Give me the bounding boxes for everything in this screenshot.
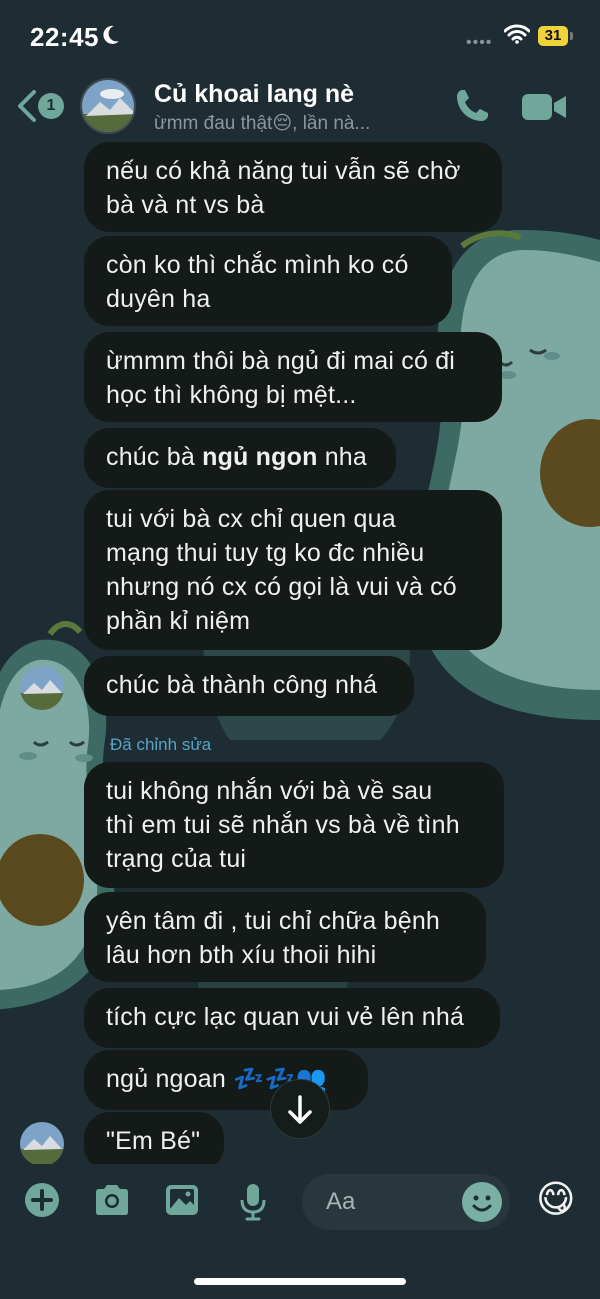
message-line: yên tâm đi , tui chỉ chữa bệnh [106,907,441,935]
plus-icon [25,1183,59,1217]
camera-icon [96,1185,128,1215]
message-line: mạng thui tuy tg ko đc nhiều [106,539,425,567]
message-line: nhưng nó cx có gọi là vui và có [106,573,457,601]
message-line: thì em tui sẽ nhắn vs bà về tình [106,811,460,839]
message-bubble[interactable]: tui không nhắn với bà về sau thì em tui … [84,762,504,888]
call-button[interactable] [452,86,492,126]
message-line: trạng của tui [106,845,247,873]
edited-label[interactable]: Đã chỉnh sửa [110,735,211,755]
status-bar: 22:45 •••• 31 [0,0,600,72]
message-line: tui với bà cx chỉ quen qua [106,505,396,533]
message-line: ừmmm thôi bà ngủ đi mai có đi [106,347,456,375]
emoji-icon [472,1195,492,1212]
message-line: tui không nhắn với bà về sau [106,777,433,805]
message-line: "Em Bé" [106,1127,201,1155]
home-indicator [194,1278,406,1285]
message-input[interactable]: Aa [302,1174,510,1230]
arrow-down-icon [288,1095,312,1124]
contact-avatar[interactable] [80,78,136,134]
battery-indicator: 31 [538,26,568,46]
message-line: phần kỉ niệm [106,607,251,635]
status-time: 22:45 [30,22,99,52]
message-bubble[interactable]: chúc bà ngủ ngon nha [84,428,396,488]
image-icon [166,1185,198,1215]
signal-icon: •••• [466,34,493,51]
gallery-button[interactable] [164,1182,200,1223]
camera-button[interactable] [92,1182,132,1223]
voice-button[interactable] [238,1182,268,1227]
message-bubble[interactable]: yên tâm đi , tui chỉ chữa bệnh lâu hơn b… [84,892,486,982]
message-bold-text: ngủ ngon [202,443,318,471]
quick-reaction-button[interactable]: 😋 [536,1178,576,1222]
contact-name[interactable]: Củ khoai lang nè [154,80,354,109]
message-line: nếu có khả năng tui vẫn sẽ chờ [106,157,461,185]
moon-icon [103,25,119,44]
message-line: duyên ha [106,285,211,313]
message-bubble[interactable]: tui với bà cx chỉ quen qua mạng thui tuy… [84,490,502,650]
message-bubble[interactable]: nếu có khả năng tui vẫn sẽ chờ bà và nt … [84,142,502,232]
emoji-button[interactable] [462,1182,502,1222]
message-bubble[interactable]: "Em Bé" [84,1112,224,1164]
message-bubble[interactable]: chúc bà thành công nhá [84,656,414,716]
add-button[interactable] [24,1182,60,1223]
chat-header: 1 Củ khoai lang nè ừmm đau thật😔, lần nà… [0,72,600,142]
message-text: chúc bà [106,443,203,471]
back-button[interactable]: 1 [12,86,68,126]
message-input-placeholder: Aa [326,1188,356,1215]
unread-badge: 1 [38,93,64,119]
message-line: bà và nt vs bà [106,191,265,219]
contact-status: ừmm đau thật😔, lần nà... [154,113,371,134]
message-line: chúc bà ngủ ngon nha [106,440,374,474]
phone-icon [457,90,488,121]
wifi-icon [504,24,530,44]
message-line: tích cực lạc quan vui vẻ lên nhá [106,1003,465,1031]
message-line: còn ko thì chắc mình ko có [106,251,409,279]
avatar-photo [20,666,64,710]
sender-avatar[interactable] [20,666,64,710]
message-bubble[interactable]: ừmmm thôi bà ngủ đi mai có đi học thì kh… [84,332,502,422]
message-bubble[interactable]: tích cực lạc quan vui vẻ lên nhá [84,988,500,1048]
message-line: chúc bà thành công nhá [106,671,378,699]
battery-tip [570,32,573,40]
sender-avatar[interactable] [20,1122,64,1164]
video-icon [522,94,566,120]
message-line: lâu hơn bth xíu thoii hihi [106,941,377,969]
microphone-icon [240,1184,266,1221]
message-bubble[interactable]: còn ko thì chắc mình ko có duyên ha [84,236,452,326]
avatar-photo [82,80,134,132]
avatar-photo [20,1122,64,1164]
video-call-button[interactable] [520,90,568,124]
message-line: học thì không bị mệt... [106,381,357,409]
message-list[interactable]: nếu có khả năng tui vẫn sẽ chờ bà và nt … [0,142,600,1164]
message-text: nha [317,443,368,471]
scroll-to-bottom-button[interactable] [270,1079,330,1139]
